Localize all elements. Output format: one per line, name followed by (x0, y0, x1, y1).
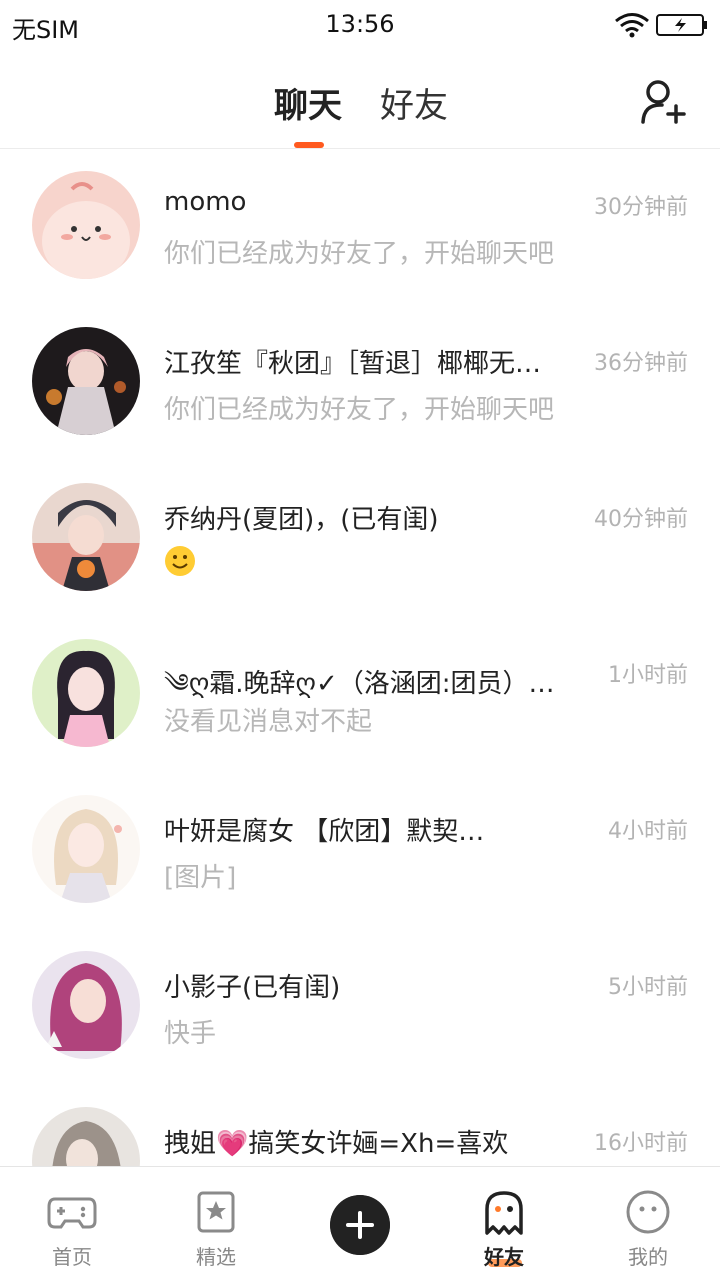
chat-time: 30分钟前 (594, 195, 688, 220)
nav-home[interactable]: 首页 (0, 1167, 144, 1281)
wifi-icon (615, 13, 649, 38)
clock: 13:56 (325, 10, 395, 38)
add-friend-icon[interactable] (640, 78, 690, 126)
ghost-icon (485, 1191, 523, 1235)
avatar (32, 795, 140, 903)
chat-preview: 没看见消息对不起 (164, 707, 373, 737)
nav-label: 我的 (628, 1245, 668, 1269)
chat-name: 拽姐💗搞笑女许婳=Xh=喜欢 (164, 1129, 509, 1159)
avatar (32, 1107, 140, 1166)
star-bookmark-icon (197, 1191, 235, 1233)
nav-featured[interactable]: 精选 (144, 1167, 288, 1281)
battery-icon (656, 14, 707, 36)
chat-time: 40分钟前 (594, 507, 688, 532)
bottom-nav: 首页 精选 好友 我的 (0, 1166, 720, 1281)
chat-item[interactable]: 江孜笙『秋团』［暂退］椰椰无… 36分钟前 你们已经成为好友了，开始聊天吧 (0, 305, 720, 461)
nav-label: 好友 (484, 1245, 524, 1269)
chat-item[interactable]: 乔纳丹(夏团)，(已有闺) 40分钟前 (0, 461, 720, 617)
chat-name: momo (164, 187, 247, 217)
avatar (32, 639, 140, 747)
chat-item[interactable]: ༄ღ霜.晚辞ღ✓（洛涵团:团员）… 1小时前 没看见消息对不起 (0, 617, 720, 773)
chat-time: 1小时前 (608, 663, 688, 688)
chat-preview: 快手 (164, 1019, 217, 1049)
face-icon (626, 1190, 670, 1234)
chat-name: 小影子(已有闺) (164, 973, 341, 1003)
chat-name: 江孜笙『秋团』［暂退］椰椰无… (164, 349, 542, 379)
chat-item[interactable]: momo 30分钟前 你们已经成为好友了，开始聊天吧 (0, 149, 720, 305)
chat-list: momo 30分钟前 你们已经成为好友了，开始聊天吧 江孜笙『秋团』［暂退］椰椰… (0, 149, 720, 1166)
avatar (32, 171, 140, 279)
nav-friends[interactable]: 好友 (432, 1167, 576, 1281)
tab-friends[interactable]: 好友 (380, 78, 448, 127)
chat-time: 16小时前 (594, 1131, 688, 1156)
nav-label: 精选 (196, 1245, 236, 1269)
nav-label: 首页 (52, 1245, 92, 1269)
chat-name: 叶妍是腐女 【欣团】默契… (164, 817, 485, 847)
chat-preview: 你们已经成为好友了，开始聊天吧 (164, 395, 555, 425)
active-tab-indicator (294, 142, 324, 148)
avatar (32, 327, 140, 435)
smile-emoji-icon (165, 546, 195, 576)
avatar (32, 951, 140, 1059)
chat-item[interactable]: 叶妍是腐女 【欣团】默契… 4小时前 [图片] (0, 773, 720, 929)
chat-preview: [图片] (164, 863, 237, 893)
nav-profile[interactable]: 我的 (576, 1167, 720, 1281)
chat-name: 乔纳丹(夏团)，(已有闺) (164, 505, 439, 535)
chat-item[interactable]: 拽姐💗搞笑女许婳=Xh=喜欢 16小时前 (0, 1085, 720, 1166)
status-bar: 无SIM 13:56 (0, 0, 720, 50)
chat-time: 4小时前 (608, 819, 688, 844)
tab-chat[interactable]: 聊天 (274, 78, 342, 127)
avatar (32, 483, 140, 591)
chat-time: 5小时前 (608, 975, 688, 1000)
top-bar: 聊天 好友 (0, 60, 720, 149)
plus-icon[interactable] (330, 1195, 390, 1255)
chat-time: 36分钟前 (594, 351, 688, 376)
chat-preview: 你们已经成为好友了，开始聊天吧 (164, 239, 555, 269)
gamepad-icon (47, 1197, 97, 1229)
chat-item[interactable]: 小影子(已有闺) 5小时前 快手 (0, 929, 720, 1085)
